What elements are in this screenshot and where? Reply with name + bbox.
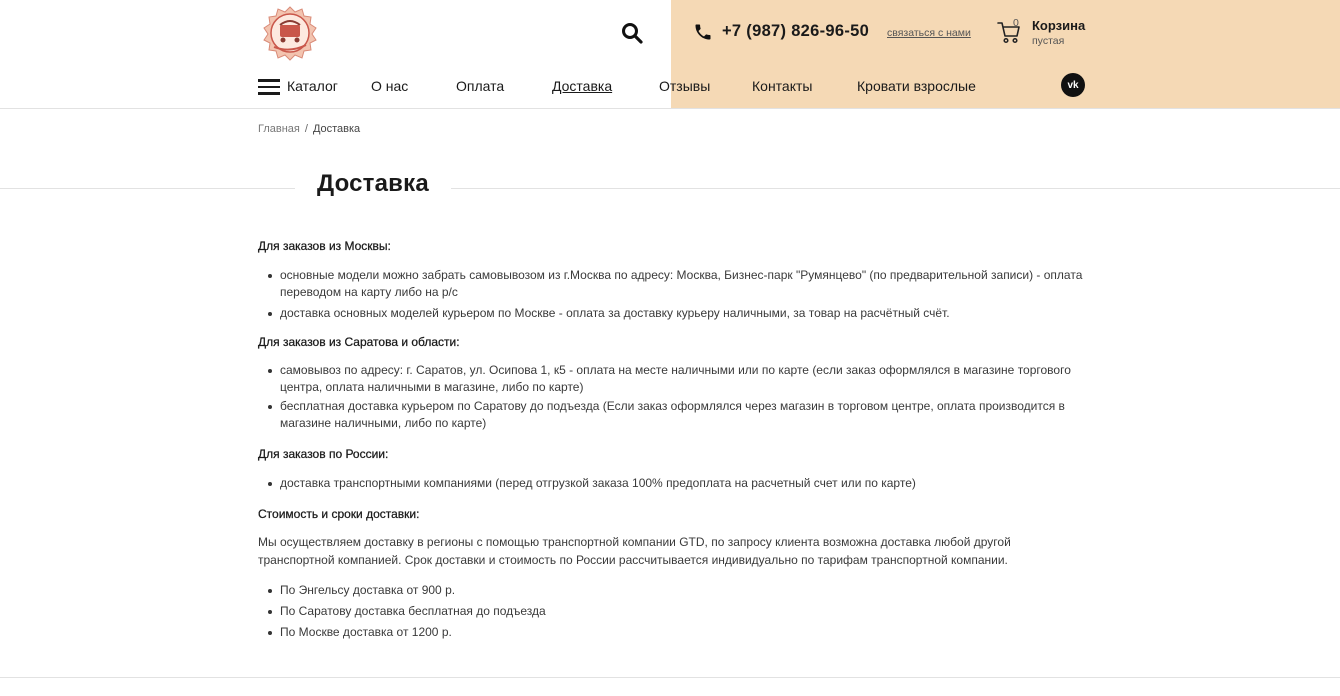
title-divider xyxy=(0,188,1340,189)
phone-icon xyxy=(693,22,713,42)
cart-count-badge: 0 xyxy=(1013,17,1019,29)
nav-item-delivery[interactable]: Доставка xyxy=(552,78,612,94)
section-heading-moscow: Для заказов из Москвы: xyxy=(258,239,391,253)
nav-item-reviews[interactable]: Отзывы xyxy=(659,78,710,94)
footer-divider xyxy=(0,677,1340,678)
cart-title[interactable]: Корзина xyxy=(1032,18,1085,33)
nav-item-contacts[interactable]: Контакты xyxy=(752,78,812,94)
hamburger-menu-icon[interactable] xyxy=(258,79,282,95)
russia-list: доставка транспортными компаниями (перед… xyxy=(266,475,1088,492)
list-item: самовывоз по адресу: г. Саратов, ул. Оси… xyxy=(266,362,1088,396)
nav-item-catalog[interactable]: Каталог xyxy=(287,78,338,94)
list-item: бесплатная доставка курьером по Саратову… xyxy=(266,398,1088,432)
list-item: По Саратову доставка бесплатная до подъе… xyxy=(266,603,1088,620)
nav-item-payment[interactable]: Оплата xyxy=(456,78,504,94)
section-heading-cost: Стоимость и сроки доставки: xyxy=(258,507,420,521)
cart-status: пустая xyxy=(1032,35,1065,47)
list-item: По Москве доставка от 1200 р. xyxy=(266,624,1088,641)
list-item: доставка основных моделей курьером по Мо… xyxy=(266,305,1088,322)
search-button[interactable] xyxy=(620,21,644,45)
cost-paragraph: Мы осуществляем доставку в регионы с пом… xyxy=(258,535,1011,567)
page-title-wrap: Доставка xyxy=(295,170,451,198)
page-title: Доставка xyxy=(317,170,429,197)
breadcrumb-separator: / xyxy=(304,123,308,135)
list-item: По Энгельсу доставка от 900 р. xyxy=(266,582,1088,599)
contact-us-link[interactable]: связаться с нами xyxy=(887,27,971,39)
breadcrumb: Главная / Доставка xyxy=(258,123,360,135)
site-header: +7 (987) 826-96-50 связаться с нами 0 Ко… xyxy=(0,0,1340,109)
main-nav: Каталог О нас Оплата Доставка Отзывы Кон… xyxy=(0,74,1340,100)
vk-icon[interactable]: vk xyxy=(1061,73,1085,97)
home-baby-logo[interactable] xyxy=(262,5,318,61)
saratov-list: самовывоз по адресу: г. Саратов, ул. Оси… xyxy=(266,362,1088,432)
moscow-list: основные модели можно забрать самовывозо… xyxy=(266,267,1088,322)
nav-item-about[interactable]: О нас xyxy=(371,78,408,94)
list-item: доставка транспортными компаниями (перед… xyxy=(266,475,1088,492)
phone-number[interactable]: +7 (987) 826-96-50 xyxy=(722,22,869,41)
breadcrumb-home-link[interactable]: Главная xyxy=(258,123,300,135)
cost-list: По Энгельсу доставка от 900 р. По Сарато… xyxy=(266,582,1088,641)
list-item: основные модели можно забрать самовывозо… xyxy=(266,267,1088,301)
delivery-content: Для заказов из Москвы: основные модели м… xyxy=(258,237,1088,641)
section-heading-saratov: Для заказов из Саратова и области: xyxy=(258,335,460,349)
search-icon xyxy=(622,23,643,44)
breadcrumb-current: Доставка xyxy=(312,123,361,135)
section-heading-russia: Для заказов по России: xyxy=(258,447,389,461)
nav-item-adult-beds[interactable]: Кровати взрослые xyxy=(857,78,976,94)
